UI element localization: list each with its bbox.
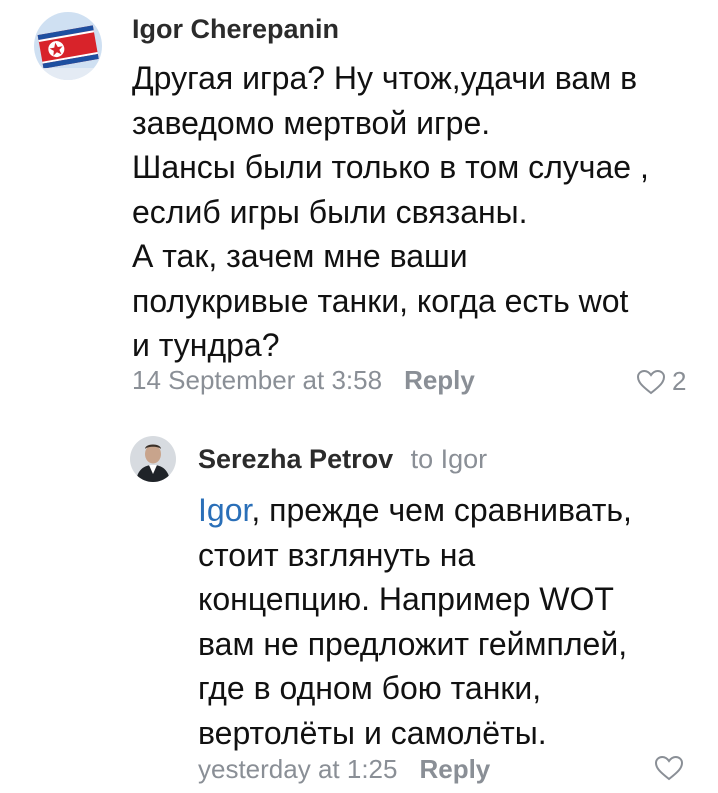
reply-button[interactable]: Reply — [419, 754, 490, 784]
comment-timestamp: 14 September at 3:58 — [132, 365, 383, 395]
reply-author[interactable]: Serezha Petrov — [198, 444, 393, 474]
like-button[interactable]: 2 — [636, 366, 686, 397]
comment-top: Igor Cherepanin Другая игра? Ну чтож,уда… — [0, 0, 718, 410]
comment-line: полукривые танки, когда есть wot — [132, 282, 629, 319]
reply-line: концепцию. Например WOT — [198, 581, 614, 617]
comment-text: Другая игра? Ну чтож,удачи вам в заведом… — [132, 56, 692, 368]
comment-line: Шансы были только в том случае , — [132, 149, 649, 185]
comment-line: А так, зачем мне ваши — [132, 238, 468, 274]
reply-timestamp: yesterday at 1:25 — [198, 754, 398, 784]
comment-line: и тундра? — [132, 327, 280, 363]
heart-icon — [636, 369, 666, 395]
reply-line: вертолёты и самолёты. — [198, 714, 547, 751]
reply-to-label[interactable]: to Igor — [411, 444, 488, 474]
reply-author-line: Serezha Petrov to Igor — [198, 444, 487, 475]
comment-meta: 14 September at 3:58 Reply — [132, 365, 475, 396]
reply-line: вам не предложит геймплей, — [198, 625, 628, 662]
like-count: 2 — [672, 366, 687, 396]
reply-line: , прежде чем сравнивать, — [251, 492, 632, 528]
reply-first-line: Igor, прежде чем сравнивать, — [198, 488, 698, 533]
reply-text: Igor, прежде чем сравнивать, стоит взгля… — [198, 488, 698, 755]
flag-avatar-icon[interactable] — [34, 12, 102, 80]
comment-reply: Serezha Petrov to Igor Igor, прежде чем … — [0, 410, 718, 793]
reply-meta: yesterday at 1:25 Reply — [198, 754, 490, 785]
comment-line: Другая игра? Ну чтож,удачи вам в — [132, 60, 638, 96]
heart-icon — [654, 755, 684, 781]
mention-link[interactable]: Igor — [198, 492, 251, 528]
comment-author[interactable]: Igor Cherepanin — [132, 14, 339, 45]
reply-button[interactable]: Reply — [404, 365, 475, 395]
comment-line: заведомо мертвой игре. — [132, 104, 491, 141]
reply-line: где в одном бою танки, — [198, 670, 542, 706]
reply-line: стоит взглянуть на — [198, 536, 476, 573]
person-avatar-icon[interactable] — [130, 436, 176, 482]
like-button[interactable] — [654, 755, 684, 781]
comment-line: еслиб игры были связаны. — [132, 193, 528, 230]
